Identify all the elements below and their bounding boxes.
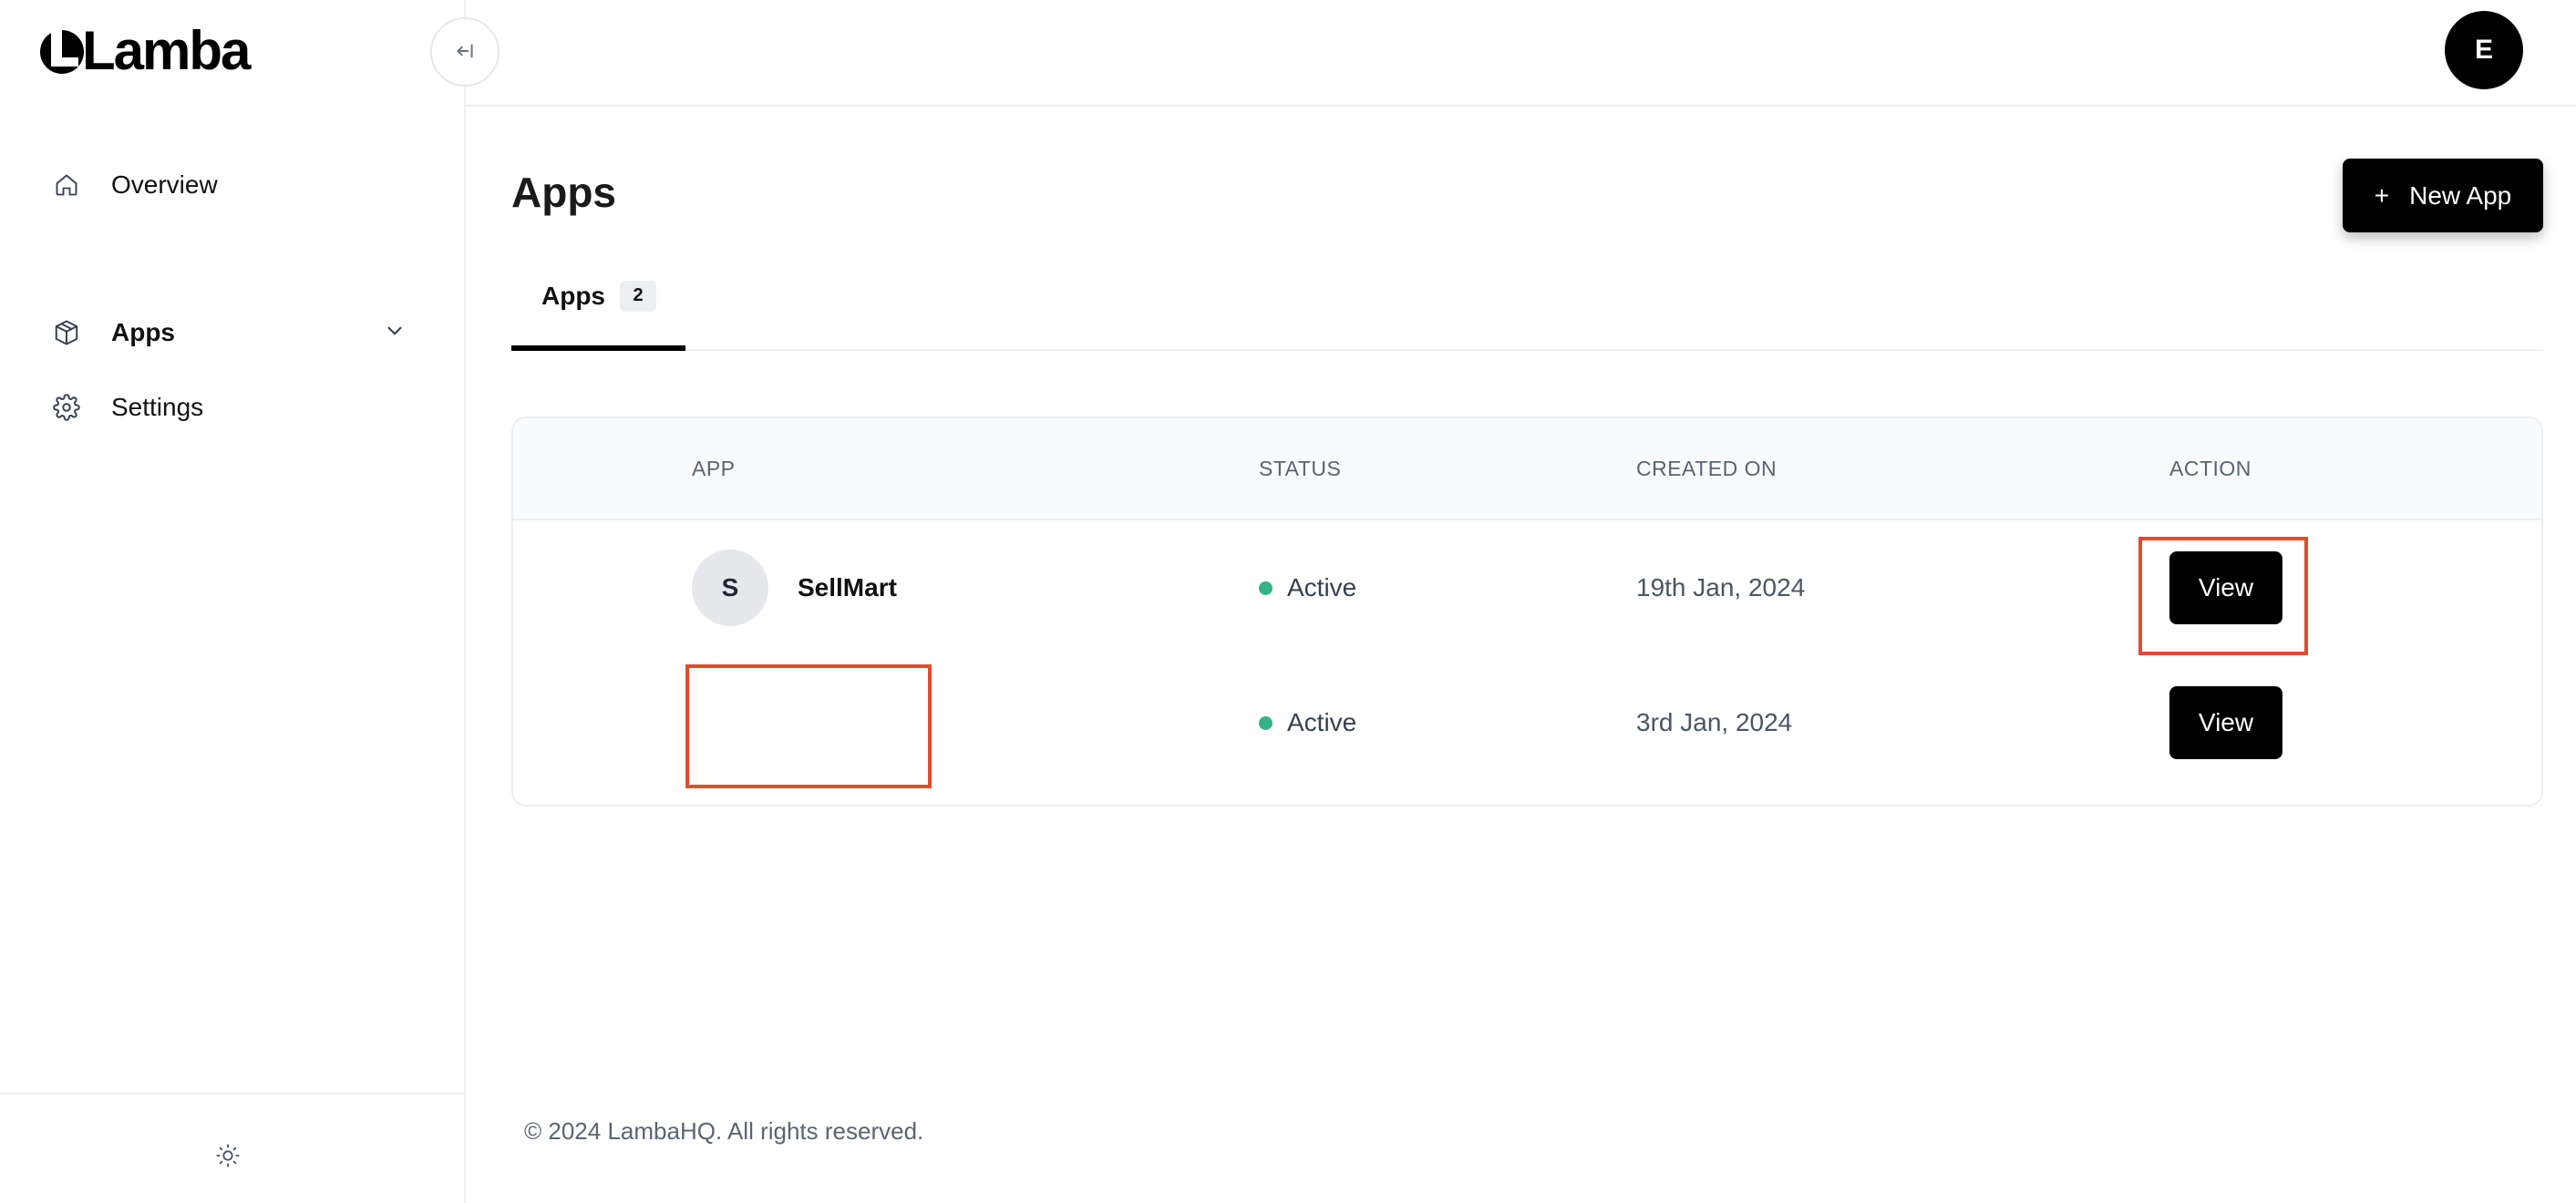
home-icon: [51, 170, 82, 200]
gear-icon: [51, 392, 82, 423]
brand-name: Lamba: [82, 20, 251, 81]
app-cell: S SellMart: [692, 520, 897, 655]
sidebar-item-apps[interactable]: Apps: [51, 310, 407, 355]
action-cell: View: [2169, 520, 2282, 655]
chevron-down-icon[interactable]: [383, 319, 407, 347]
sidebar-item-label: Overview: [111, 170, 218, 199]
app-name[interactable]: SellMart: [798, 573, 897, 602]
table-header: APP STATUS CREATED ON ACTION: [513, 418, 2541, 520]
sidebar-item-settings[interactable]: Settings: [51, 385, 203, 430]
sidebar-item-overview[interactable]: Overview: [51, 162, 218, 208]
cube-icon: [51, 317, 82, 348]
column-header-created-on: CREATED ON: [1636, 457, 1777, 480]
view-button[interactable]: View: [2169, 551, 2282, 624]
status-text: Active: [1287, 573, 1357, 602]
created-date: 3rd Jan, 2024: [1636, 708, 1793, 736]
tab-label: Apps: [541, 281, 605, 310]
count-badge: 2: [620, 280, 656, 312]
collapse-sidebar-button[interactable]: [430, 17, 500, 87]
sidebar: Lamba Overview Apps Settings: [0, 0, 466, 1203]
plus-icon: +: [2374, 180, 2390, 210]
tab-apps[interactable]: Apps 2: [511, 246, 685, 351]
sidebar-footer: [0, 1093, 466, 1203]
user-avatar[interactable]: E: [2445, 11, 2523, 89]
created-cell: 3rd Jan, 2024: [1636, 655, 1792, 790]
new-app-button[interactable]: + New App: [2343, 159, 2543, 232]
action-cell: View: [2169, 655, 2282, 790]
sun-icon: [215, 1143, 241, 1171]
created-cell: 19th Jan, 2024: [1636, 520, 1805, 655]
app-avatar: S: [692, 550, 768, 626]
sidebar-item-label: Settings: [111, 393, 204, 421]
column-header-action: ACTION: [2169, 457, 2251, 480]
column-header-status: STATUS: [1259, 457, 1342, 480]
table-row: Active 3rd Jan, 2024 View: [513, 655, 2541, 790]
new-app-button-label: New App: [2409, 180, 2512, 210]
lamba-logo-mark-icon: [40, 25, 86, 77]
created-date: 19th Jan, 2024: [1636, 573, 1806, 602]
view-button[interactable]: View: [2169, 686, 2282, 759]
brand-logo[interactable]: Lamba: [40, 20, 251, 81]
status-cell: Active: [1259, 655, 1356, 790]
theme-toggle-button[interactable]: [210, 1138, 246, 1175]
status-cell: Active: [1259, 520, 1356, 655]
status-dot-icon: [1259, 581, 1273, 595]
column-header-app: APP: [692, 457, 736, 480]
page-title: Apps: [511, 169, 616, 216]
sidebar-item-label: Apps: [111, 318, 175, 346]
status-dot-icon: [1259, 715, 1273, 730]
status-text: Active: [1287, 708, 1357, 736]
collapse-left-icon: [453, 39, 477, 66]
tab-bar: Apps 2: [511, 246, 2543, 351]
top-bar: [466, 0, 2576, 107]
copyright-text: © 2024 LambaHQ. All rights reserved.: [524, 1117, 924, 1145]
table-row: S SellMart Active 19th Jan, 2024 View: [513, 520, 2541, 655]
apps-table: APP STATUS CREATED ON ACTION S SellMart …: [511, 416, 2543, 807]
